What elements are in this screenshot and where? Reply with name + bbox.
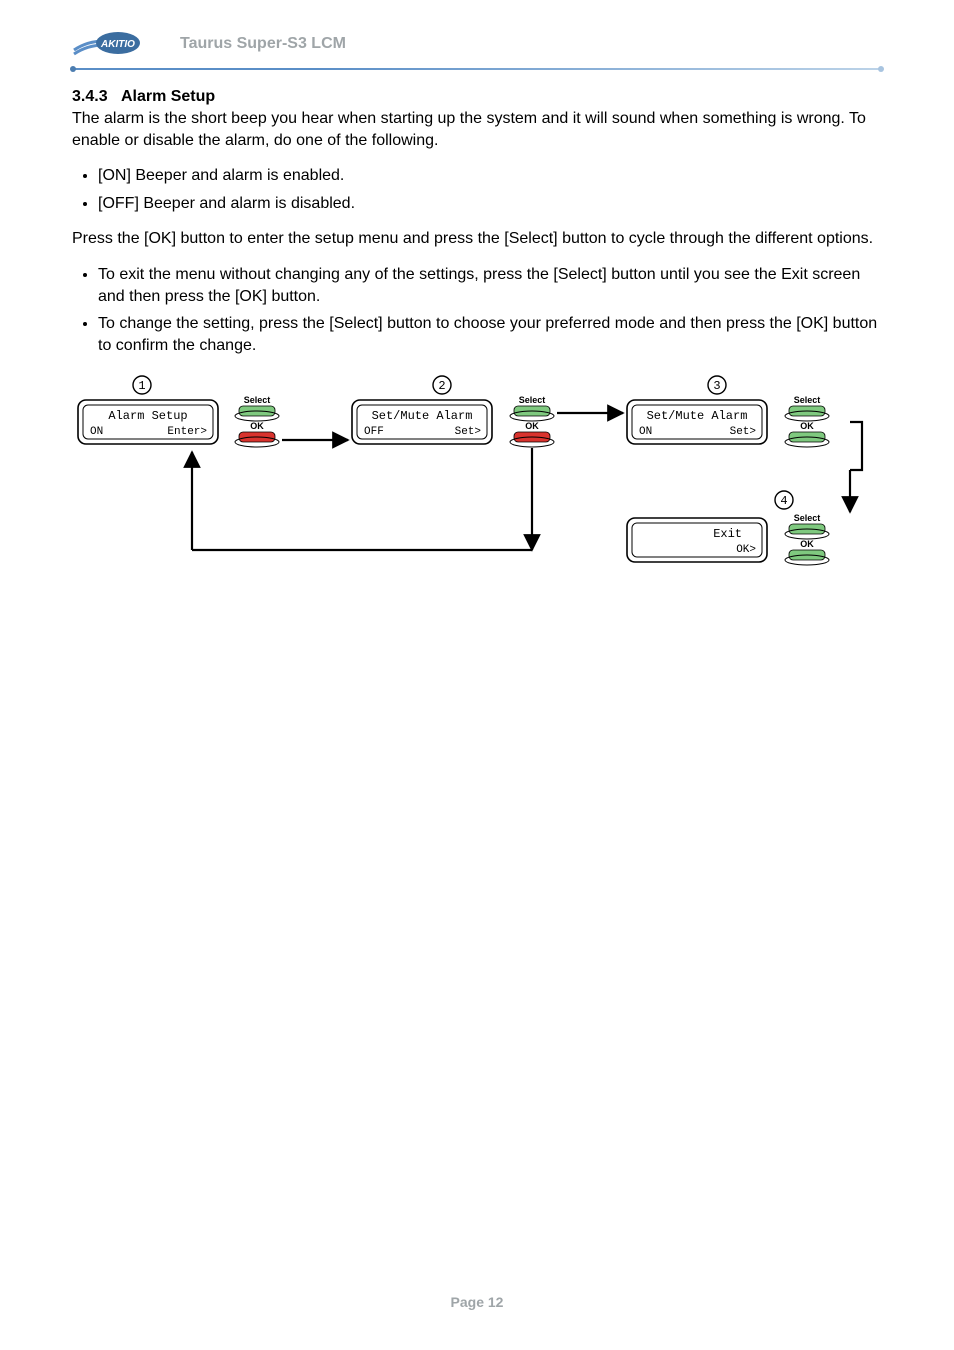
svg-text:Select: Select	[519, 395, 546, 405]
svg-text:Select: Select	[794, 395, 821, 405]
step-badge-1: 1	[133, 376, 151, 394]
list-item: [OFF] Beeper and alarm is disabled.	[98, 193, 882, 215]
step-badge-2: 2	[433, 376, 451, 394]
list-item: [ON] Beeper and alarm is enabled.	[98, 165, 882, 187]
svg-text:Enter>: Enter>	[167, 426, 207, 438]
flow-diagram: 1 2 3 4 Alarm Setup ON Enter>	[72, 370, 892, 595]
header-divider	[72, 68, 882, 70]
doc-title: Taurus Super-S3 LCM	[180, 35, 346, 53]
steps-list: To exit the menu without changing any of…	[72, 264, 882, 356]
svg-text:3: 3	[713, 379, 720, 393]
button-pair-1: Select OK	[235, 395, 279, 447]
svg-text:1: 1	[138, 379, 145, 393]
svg-text:OK: OK	[800, 421, 814, 431]
brand-logo: AKITIO	[72, 28, 162, 60]
list-item: To change the setting, press the [Select…	[98, 313, 882, 356]
svg-text:4: 4	[780, 494, 787, 508]
svg-text:ON: ON	[90, 426, 103, 438]
svg-text:Set/Mute Alarm: Set/Mute Alarm	[647, 409, 748, 423]
section-heading: 3.4.3 Alarm Setup	[72, 88, 882, 106]
options-list: [ON] Beeper and alarm is enabled. [OFF] …	[72, 165, 882, 214]
svg-text:Exit: Exit	[713, 527, 742, 541]
svg-text:Set>: Set>	[455, 426, 481, 438]
svg-text:Select: Select	[244, 395, 271, 405]
instruction-paragraph: Press the [OK] button to enter the setup…	[72, 228, 882, 250]
lcd-screen-1: Alarm Setup ON Enter>	[78, 400, 218, 444]
button-pair-4: Select OK	[785, 513, 829, 565]
svg-text:Set>: Set>	[730, 426, 756, 438]
list-item: To exit the menu without changing any of…	[98, 264, 882, 307]
arrow-icon	[850, 422, 862, 470]
doc-header: AKITIO Taurus Super-S3 LCM	[72, 0, 882, 66]
svg-text:Select: Select	[794, 513, 821, 523]
lcd-screen-3: Set/Mute Alarm ON Set>	[627, 400, 767, 444]
svg-text:OK: OK	[250, 421, 264, 431]
svg-text:OK>: OK>	[736, 544, 756, 556]
button-pair-2: Select OK	[510, 395, 554, 447]
intro-paragraph: The alarm is the short beep you hear whe…	[72, 108, 882, 151]
lcd-screen-4: Exit OK>	[627, 518, 767, 562]
svg-text:OK: OK	[525, 421, 539, 431]
page-footer: Page 12	[0, 1294, 954, 1310]
button-pair-3: Select OK	[785, 395, 829, 447]
svg-text:Set/Mute Alarm: Set/Mute Alarm	[372, 409, 473, 423]
svg-text:2: 2	[438, 379, 445, 393]
svg-text:AKITIO: AKITIO	[100, 39, 135, 50]
svg-text:OK: OK	[800, 539, 814, 549]
step-badge-3: 3	[708, 376, 726, 394]
step-badge-4: 4	[775, 491, 793, 509]
svg-text:Alarm Setup: Alarm Setup	[108, 409, 187, 423]
lcd-screen-2: Set/Mute Alarm OFF Set>	[352, 400, 492, 444]
svg-text:ON: ON	[639, 426, 652, 438]
svg-text:OFF: OFF	[364, 426, 384, 438]
